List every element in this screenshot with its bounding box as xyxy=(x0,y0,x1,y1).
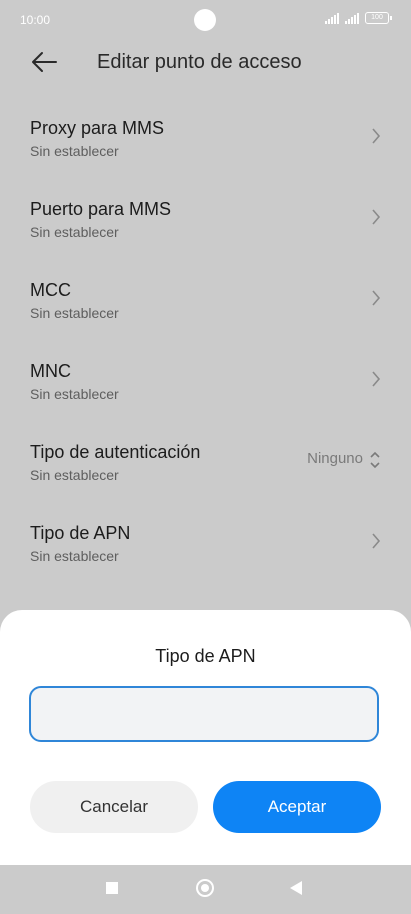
item-sub: Sin establecer xyxy=(30,305,119,321)
chevron-right-icon xyxy=(372,290,381,306)
item-label: Proxy para MMS xyxy=(30,118,165,138)
dialog-title: Tipo de APN xyxy=(155,646,256,666)
signal-icon xyxy=(325,12,339,24)
item-label: Puerto para MMS xyxy=(30,199,172,219)
item-label: MNC xyxy=(30,361,71,381)
apn-type-dialog: Tipo de APN Cancelar Aceptar xyxy=(0,610,411,865)
chevron-right-icon xyxy=(372,371,381,387)
chevron-up-down-icon xyxy=(370,451,380,469)
settings-list: Proxy para MMS Sin establecer Puerto par… xyxy=(0,98,411,584)
list-item-auth-type[interactable]: Tipo de autenticación Sin establecer Nin… xyxy=(0,422,411,503)
recents-icon[interactable] xyxy=(106,882,118,894)
item-sub: Sin establecer xyxy=(30,143,119,159)
chevron-right-icon xyxy=(372,128,381,144)
item-sub: Sin establecer xyxy=(30,467,119,483)
item-label: Tipo de APN xyxy=(30,523,131,543)
auth-type-value: Ninguno xyxy=(307,450,363,467)
apn-type-input[interactable] xyxy=(29,686,379,742)
app-header: Editar punto de acceso xyxy=(0,40,411,86)
list-item-mms-port[interactable]: Puerto para MMS Sin establecer xyxy=(0,179,411,260)
chevron-right-icon xyxy=(372,209,381,225)
signal-icon-2 xyxy=(345,12,359,24)
item-sub: Sin establecer xyxy=(30,224,119,240)
chevron-right-icon xyxy=(372,533,381,549)
item-sub: Sin establecer xyxy=(30,548,119,564)
status-bar: 10:00 100 xyxy=(0,0,411,40)
list-item-mnc[interactable]: MNC Sin establecer xyxy=(0,341,411,422)
cancel-button[interactable]: Cancelar xyxy=(30,781,198,833)
battery-icon: 100 xyxy=(365,12,392,24)
back-arrow-icon[interactable] xyxy=(30,50,58,74)
back-icon[interactable] xyxy=(290,881,302,895)
item-sub: Sin establecer xyxy=(30,386,119,402)
navigation-bar xyxy=(0,865,411,914)
page-title: Editar punto de acceso xyxy=(97,51,302,73)
accept-button[interactable]: Aceptar xyxy=(213,781,381,833)
status-icons: 100 xyxy=(325,12,392,24)
list-item-proxy-mms[interactable]: Proxy para MMS Sin establecer xyxy=(0,98,411,179)
home-icon[interactable] xyxy=(196,879,214,897)
front-camera-notch xyxy=(194,9,216,31)
item-label: MCC xyxy=(30,280,71,300)
list-item-apn-type[interactable]: Tipo de APN Sin establecer xyxy=(0,503,411,584)
status-time: 10:00 xyxy=(20,13,51,27)
list-item-mcc[interactable]: MCC Sin establecer xyxy=(0,260,411,341)
item-label: Tipo de autenticación xyxy=(30,442,201,462)
